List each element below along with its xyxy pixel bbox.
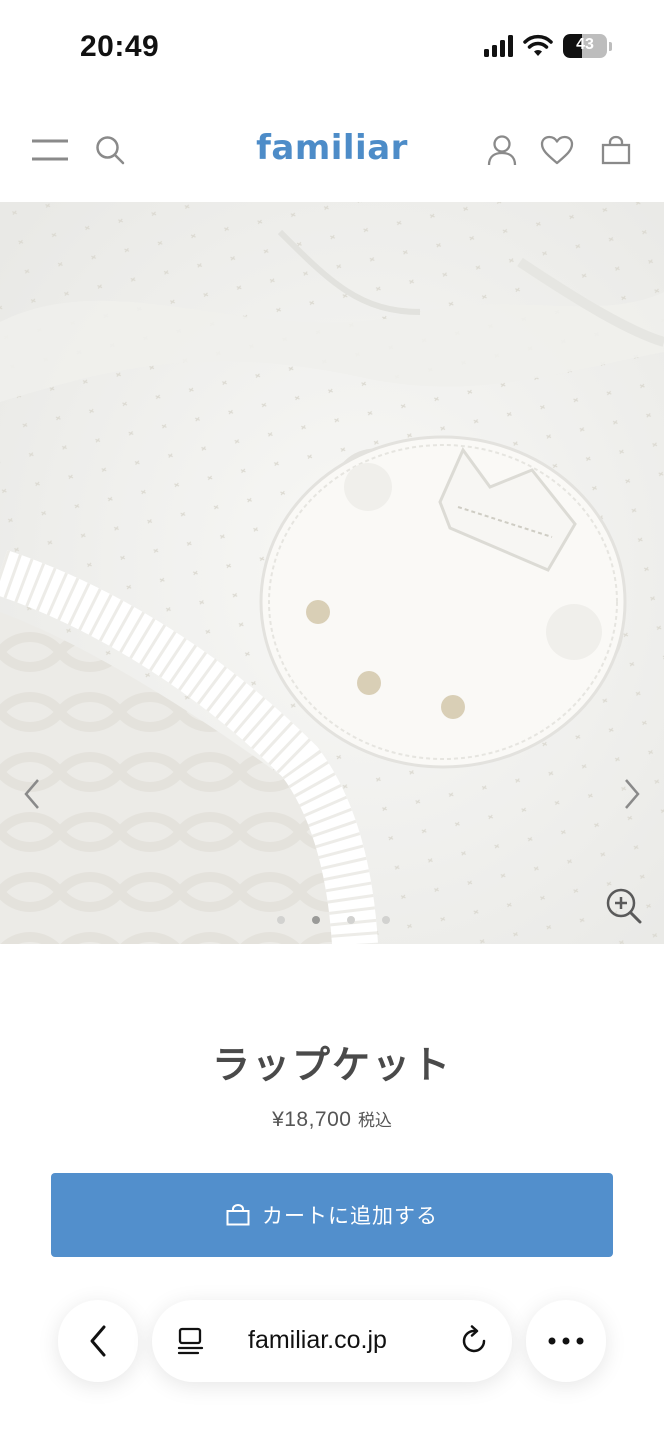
next-image-arrow[interactable] (620, 774, 644, 814)
gallery-pagination (0, 916, 664, 924)
wifi-icon (523, 34, 553, 56)
previous-image-arrow[interactable] (20, 774, 44, 814)
price-line: ¥18,700 税込 (0, 1106, 664, 1132)
address-bar[interactable]: familiar.co.jp (152, 1300, 512, 1382)
browser-toolbar: familiar.co.jp (0, 1300, 664, 1384)
add-to-cart-label: カートに追加する (262, 1205, 438, 1228)
pagination-dot[interactable] (276, 916, 285, 924)
site-header: familiar (0, 100, 664, 202)
heart-icon[interactable] (537, 130, 577, 170)
battery-tip (609, 41, 612, 51)
shopping-bag-icon[interactable] (596, 130, 636, 170)
battery-icon: 43 (563, 34, 607, 58)
chevron-left-icon (90, 1325, 106, 1357)
status-icons: 43 (484, 34, 612, 58)
account-icon[interactable] (482, 130, 522, 170)
page-menu-icon[interactable] (176, 1326, 206, 1356)
product-photo (0, 202, 664, 944)
pagination-dot[interactable] (381, 916, 390, 924)
status-bar: 20:49 43 (0, 0, 664, 100)
product-price: ¥18,700 (272, 1108, 352, 1131)
reload-icon[interactable] (460, 1325, 490, 1357)
product-image-gallery[interactable] (0, 202, 664, 944)
ellipsis-icon (548, 1337, 584, 1345)
battery-percent: 43 (576, 36, 594, 53)
more-options-button[interactable] (526, 1300, 606, 1382)
status-time: 20:49 (80, 30, 160, 63)
add-to-cart-button[interactable]: カートに追加する (51, 1173, 613, 1257)
cart-bag-icon (226, 1204, 250, 1226)
tax-label: 税込 (357, 1111, 392, 1130)
cellular-signal-icon (484, 35, 513, 57)
url-text: familiar.co.jp (248, 1326, 387, 1354)
browser-back-button[interactable] (58, 1300, 138, 1382)
product-name: ラップケット (211, 1045, 452, 1087)
pagination-dot[interactable] (311, 916, 320, 924)
pagination-dot[interactable] (346, 916, 355, 924)
